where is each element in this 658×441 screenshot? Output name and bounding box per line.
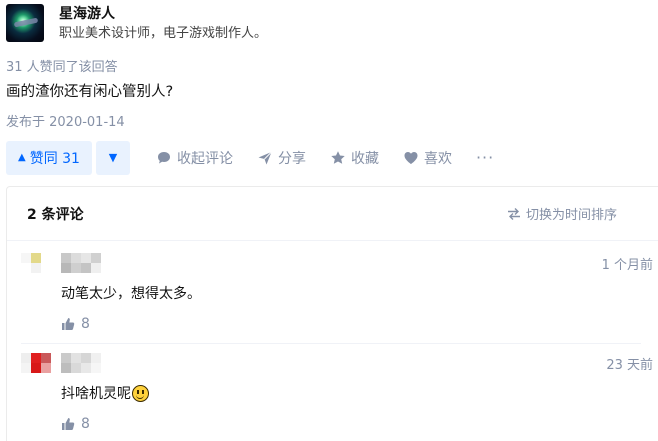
sort-toggle-button[interactable]: 切换为时间排序	[507, 204, 617, 223]
publish-date[interactable]: 发布于 2020-01-14	[6, 111, 125, 130]
comment-divider	[21, 343, 641, 344]
collapse-comments-button[interactable]: 收起评论	[156, 148, 233, 168]
comment-like-count: 8	[81, 416, 90, 432]
favorite-button[interactable]: 收藏	[330, 148, 379, 168]
comment-meta: 1 个月前	[21, 253, 653, 273]
triangle-down-icon: ▼	[108, 151, 118, 164]
like-button[interactable]: 喜欢	[403, 148, 452, 168]
collapse-comments-label: 收起评论	[176, 150, 233, 167]
thumbs-up-icon	[62, 318, 75, 330]
upvote-label: 赞同 31	[29, 150, 80, 167]
author-name[interactable]: 星海游人	[59, 5, 267, 23]
username-obscured[interactable]	[61, 353, 101, 373]
author-bio: 职业美术设计师，电子游戏制作人。	[59, 26, 268, 41]
comment-text-content: 动笔太少，想得太多。	[61, 286, 201, 302]
thumbs-up-icon	[62, 418, 75, 430]
avatar[interactable]	[21, 353, 61, 373]
star-icon	[331, 150, 345, 164]
comment-count: 2 条评论	[27, 206, 84, 223]
comment-time: 23 天前	[606, 357, 653, 373]
comment-bubble-icon	[157, 151, 170, 163]
heart-icon	[404, 151, 418, 164]
answer-actions: ▲ 赞同 31 ▼ 收起评论 分享 收藏 喜欢 ···	[6, 140, 494, 175]
downvote-button[interactable]: ▼	[95, 140, 130, 175]
sort-label: 切换为时间排序	[525, 208, 617, 223]
comment-text-content: 抖啥机灵呢	[61, 386, 131, 402]
share-button[interactable]: 分享	[257, 148, 306, 168]
triangle-up-icon: ▲	[18, 152, 26, 163]
vote-summary[interactable]: 31 人赞同了该回答	[6, 56, 118, 75]
favorite-label: 收藏	[350, 150, 379, 167]
author-header: 星海游人 职业美术设计师，电子游戏制作人。	[6, 4, 267, 43]
share-label: 分享	[277, 150, 306, 167]
comment-item: 1 个月前 动笔太少，想得太多。 8	[7, 253, 653, 332]
comment-text: 抖啥机灵呢	[61, 383, 647, 403]
comment-item: 23 天前 抖啥机灵呢 8	[7, 353, 653, 432]
grinning-face-emoji-icon	[132, 384, 149, 402]
avatar[interactable]	[6, 4, 44, 42]
comment-like-button[interactable]: 8	[61, 316, 647, 332]
upvote-button[interactable]: ▲ 赞同 31	[6, 140, 92, 175]
comment-like-button[interactable]: 8	[61, 416, 647, 432]
author-info: 星海游人 职业美术设计师，电子游戏制作人。	[59, 4, 267, 43]
paper-plane-icon	[258, 151, 272, 164]
comment-time: 1 个月前	[601, 257, 653, 273]
comment-text: 动笔太少，想得太多。	[61, 283, 647, 303]
swap-arrows-icon	[507, 207, 520, 220]
more-icon[interactable]: ···	[476, 148, 494, 167]
comment-like-count: 8	[81, 316, 90, 332]
comment-user[interactable]	[21, 353, 101, 373]
comments-header: 2 条评论 切换为时间排序	[7, 187, 658, 241]
comment-meta: 23 天前	[21, 353, 653, 373]
like-label: 喜欢	[423, 150, 452, 167]
comment-user[interactable]	[21, 253, 101, 273]
avatar[interactable]	[21, 253, 61, 273]
username-obscured[interactable]	[61, 253, 101, 273]
answer-text: 画的渣你还有闲心管别人?	[6, 84, 174, 100]
comments-panel: 2 条评论 切换为时间排序 1 个月前 动笔太少，想得太多。 8 23 天前 抖…	[6, 186, 658, 441]
